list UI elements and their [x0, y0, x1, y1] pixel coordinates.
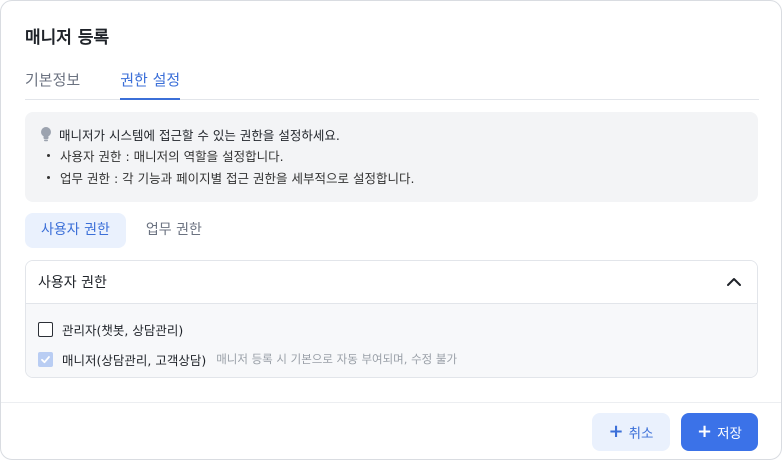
tab-bar: 기본정보 권한 설정 — [25, 61, 759, 100]
dialog-title: 매니저 등록 — [25, 28, 110, 48]
info-heading: 매니저가 시스템에 접근할 수 있는 권한을 설정하세요. — [59, 127, 340, 143]
lightbulb-icon — [41, 127, 51, 142]
chevron-up-icon[interactable] — [725, 273, 743, 291]
bullet-icon — [47, 176, 50, 179]
subtab-user-permission[interactable]: 사용자 권한 — [25, 213, 126, 248]
user-permission-panel: 사용자 권한 관리자(챗봇, 상담관리) 매니저(상담관리, 고객상담) 매니저… — [25, 260, 758, 378]
info-heading-row: 매니저가 시스템에 접근할 수 있는 권한을 설정하세요. — [39, 124, 758, 144]
manager-checkbox — [38, 351, 53, 367]
tab-basic-info[interactable]: 기본정보 — [25, 61, 80, 100]
save-button[interactable]: + 저장 — [681, 413, 758, 451]
info-line-text: 사용자 권한 : 매니저의 역할을 설정합니다. — [60, 149, 284, 164]
option-manager: 매니저(상담관리, 고객상담) 매니저 등록 시 기본으로 자동 부여되며, 수… — [26, 344, 757, 374]
admin-checkbox[interactable] — [38, 321, 53, 337]
option-label: 관리자(챗봇, 상담관리) — [62, 322, 184, 338]
info-line-work-permission: 업무 권한 : 각 기능과 페이지별 접근 권한을 세부적으로 설정합니다. — [39, 167, 758, 188]
info-line-user-permission: 사용자 권한 : 매니저의 역할을 설정합니다. — [39, 145, 758, 166]
plus-icon: + — [697, 421, 713, 442]
save-button-label: 저장 — [717, 426, 742, 442]
panel-title: 사용자 권한 — [38, 275, 107, 291]
info-line-text: 업무 권한 : 각 기능과 페이지별 접근 권한을 세부적으로 설정합니다. — [60, 171, 415, 186]
check-icon — [41, 355, 50, 363]
manager-register-dialog: 매니저 등록 기본정보 권한 설정 매니저가 시스템에 접근할 수 있는 권한을… — [0, 0, 782, 460]
permission-subtabs: 사용자 권한 업무 권한 — [25, 213, 222, 248]
bullet-icon — [47, 154, 50, 157]
dialog-footer: + 취소 + 저장 — [1, 402, 781, 459]
tab-permission-settings[interactable]: 권한 설정 — [120, 61, 181, 100]
panel-body: 관리자(챗봇, 상담관리) 매니저(상담관리, 고객상담) 매니저 등록 시 기… — [26, 304, 757, 377]
info-box: 매니저가 시스템에 접근할 수 있는 권한을 설정하세요. 사용자 권한 : 매… — [25, 112, 758, 202]
panel-header[interactable]: 사용자 권한 — [26, 261, 757, 304]
cancel-button-label: 취소 — [628, 426, 654, 442]
cancel-button[interactable]: + 취소 — [592, 413, 670, 451]
option-admin[interactable]: 관리자(챗봇, 상담관리) — [26, 314, 757, 344]
option-hint: 매니저 등록 시 기본으로 자동 부여되며, 수정 불가 — [216, 352, 458, 366]
subtab-work-permission[interactable]: 업무 권한 — [130, 213, 218, 248]
option-label: 매니저(상담관리, 고객상담) — [62, 352, 207, 368]
plus-icon: + — [608, 421, 624, 442]
